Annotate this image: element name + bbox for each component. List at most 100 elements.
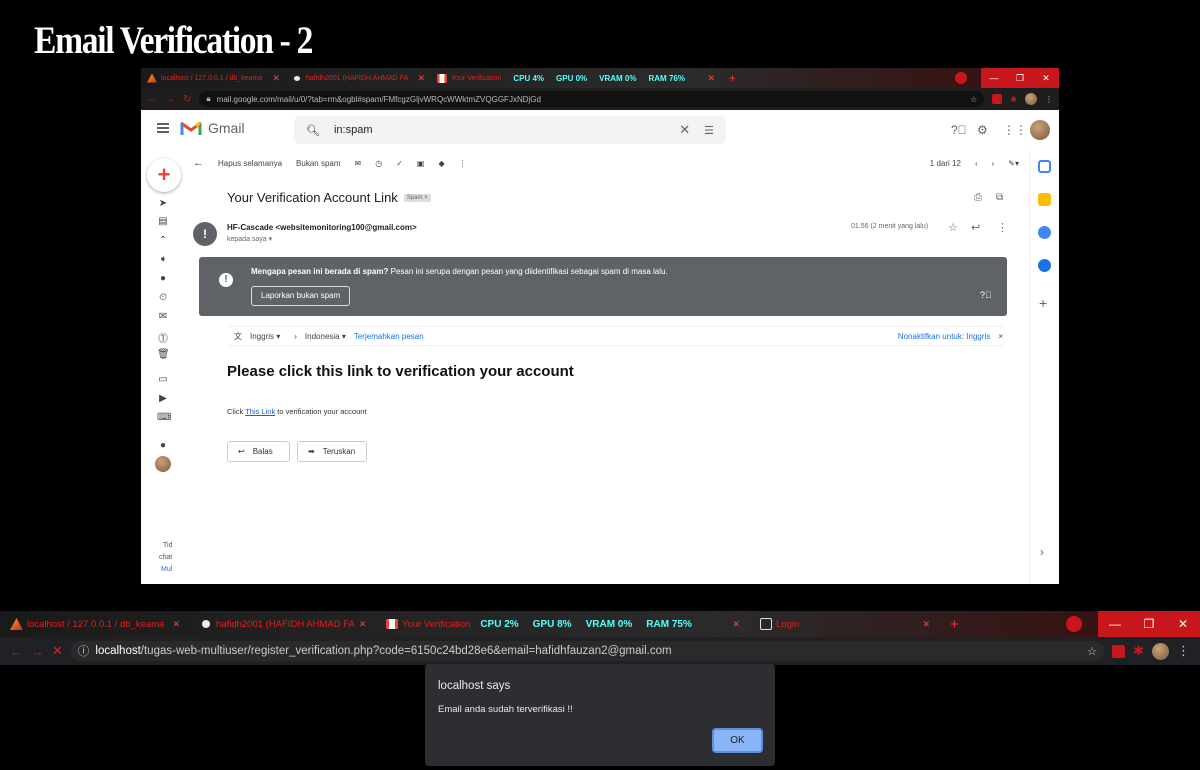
minimize-button[interactable]: — xyxy=(981,68,1007,88)
extension-icon[interactable]: ✱ xyxy=(1133,643,1144,659)
back-arrow-icon[interactable]: ← xyxy=(193,157,204,169)
reload-icon[interactable]: ↻ xyxy=(183,94,191,105)
chat-start-link[interactable]: Mul xyxy=(161,566,172,573)
maximize-button[interactable]: ❐ xyxy=(1007,68,1033,88)
close-window-button[interactable]: ✕ xyxy=(1166,611,1200,637)
forward-button[interactable]: ➡ Teruskan xyxy=(297,441,367,462)
close-icon[interactable]: ✕ xyxy=(922,619,930,630)
profile-avatar[interactable] xyxy=(1152,642,1169,660)
close-window-button[interactable]: ✕ xyxy=(1033,68,1059,88)
not-spam-button[interactable]: Bukan spam xyxy=(296,159,340,168)
more-icon[interactable]: ⋮ xyxy=(459,159,467,168)
open-new-window-icon[interactable]: ⧉ xyxy=(996,192,1003,203)
recipient-details[interactable]: kepada saya ▾ xyxy=(227,235,272,243)
record-icon[interactable] xyxy=(1066,616,1082,632)
tab-gmail[interactable]: Your Verification CPU 2% GPU 8% VRAM 0% … xyxy=(376,611,750,637)
hangouts-icon[interactable]: ● xyxy=(157,440,169,451)
new-tab-button[interactable]: + xyxy=(950,616,959,633)
scheduled-icon[interactable]: ⏲ xyxy=(157,292,169,303)
contacts-icon[interactable] xyxy=(1038,259,1051,272)
close-icon[interactable]: ✕ xyxy=(172,619,180,630)
search-options-icon[interactable]: ☰ xyxy=(704,124,714,137)
trash-icon[interactable]: 🗑︎ xyxy=(157,349,170,360)
next-icon[interactable]: › xyxy=(992,159,995,168)
account-avatar[interactable] xyxy=(1030,120,1050,140)
add-task-icon[interactable]: ✓ xyxy=(396,159,403,168)
extension-icon[interactable] xyxy=(1112,644,1126,658)
reply-icon[interactable]: ↩ xyxy=(971,221,980,234)
record-icon[interactable] xyxy=(955,72,967,84)
new-tab-button[interactable]: + xyxy=(729,71,736,85)
tab-phpmyadmin[interactable]: localhost / 127.0.0.1 / db_keama ✕ xyxy=(141,68,286,88)
keep-icon[interactable] xyxy=(1038,193,1051,206)
disable-translate-link[interactable]: Nonaktifkan untuk: Inggris xyxy=(898,332,991,341)
prev-icon[interactable]: ‹ xyxy=(975,159,978,168)
sender-name[interactable]: HF-Cascade <websitemonitoring100@gmail.c… xyxy=(227,223,417,232)
extension-icon[interactable] xyxy=(992,94,1003,104)
tab-gmail[interactable]: Your Verification CPU 4% GPU 0% VRAM 0% … xyxy=(431,68,721,88)
minimize-button[interactable]: — xyxy=(1098,611,1132,637)
move-to-icon[interactable]: ▣ xyxy=(417,159,425,168)
tab-phpmyadmin[interactable]: localhost / 127.0.0.1 / db_keama ✕ xyxy=(0,611,190,637)
delete-forever-button[interactable]: Hapus selamanya xyxy=(218,159,282,168)
verification-link[interactable]: This Link xyxy=(245,407,275,416)
maximize-button[interactable]: ❐ xyxy=(1132,611,1166,637)
target-language-select[interactable]: Indonesia ▾ xyxy=(305,332,346,341)
extension-icon[interactable]: ✱ xyxy=(1010,95,1017,104)
star-icon[interactable]: ☆ xyxy=(948,221,958,234)
sent-icon[interactable]: ➤ xyxy=(157,198,169,209)
search-icon[interactable]: 🔍︎ xyxy=(306,124,320,137)
clear-search-icon[interactable]: ✕ xyxy=(679,122,690,138)
close-icon[interactable]: ✕ xyxy=(417,73,425,84)
profile-avatar[interactable] xyxy=(1025,93,1037,105)
meet-new-icon[interactable]: ▭ xyxy=(157,374,169,385)
input-tools-icon[interactable]: ✎▾ xyxy=(1008,159,1019,168)
keyboard-icon[interactable]: ⌨ xyxy=(157,412,171,423)
ok-button[interactable]: OK xyxy=(712,728,763,753)
all-mail-icon[interactable]: ✉ xyxy=(157,311,169,322)
star-icon[interactable]: ☆ xyxy=(970,95,977,104)
compose-button[interactable]: + xyxy=(147,158,181,192)
forward-icon[interactable]: → xyxy=(165,94,175,105)
important-icon[interactable]: ➧ xyxy=(157,254,169,265)
tab-github[interactable]: hafidh2001 (HAFIDH AHMAD FA ✕ xyxy=(190,611,376,637)
close-icon[interactable]: ✕ xyxy=(707,73,715,84)
back-icon[interactable]: ← xyxy=(10,644,23,659)
star-icon[interactable]: ☆ xyxy=(1087,644,1097,658)
apps-grid-icon[interactable]: ⋮⋮ xyxy=(1003,123,1027,137)
source-language-select[interactable]: Inggris ▾ xyxy=(250,332,280,341)
drafts-icon[interactable]: ▤ xyxy=(157,216,169,227)
search-input[interactable]: in:spam xyxy=(334,124,373,136)
hamburger-menu-icon[interactable] xyxy=(157,123,169,133)
report-not-spam-button[interactable]: Laporkan bukan spam xyxy=(251,286,351,306)
close-icon[interactable]: ✕ xyxy=(732,619,740,630)
chats-icon[interactable]: ● xyxy=(157,273,169,284)
tab-login[interactable]: Login ✕ xyxy=(750,611,940,637)
reply-button[interactable]: ↩ Balas xyxy=(227,441,290,462)
gmail-logo[interactable]: Gmail xyxy=(180,120,245,136)
label-icon[interactable]: ◆ xyxy=(438,159,444,168)
forward-icon[interactable]: → xyxy=(31,644,44,659)
spam-icon[interactable]: ⓵ xyxy=(157,330,169,345)
tab-github[interactable]: hafidh2001 (HAFIDH AHMAD FA ✕ xyxy=(286,68,431,88)
menu-icon[interactable]: ⋮ xyxy=(1045,95,1053,104)
close-icon[interactable]: ✕ xyxy=(359,619,367,630)
search-bar[interactable]: 🔍︎ in:spam ✕ ☰ xyxy=(294,116,726,144)
collapse-icon[interactable]: ⌃ xyxy=(157,235,169,246)
add-addon-icon[interactable]: + xyxy=(1039,295,1047,311)
help-icon[interactable]: ?⃝ xyxy=(980,290,992,300)
stop-icon[interactable]: ✕ xyxy=(52,643,63,659)
spam-label[interactable]: Spam × xyxy=(403,193,431,202)
expand-panel-icon[interactable]: › xyxy=(1040,545,1044,559)
chat-avatar[interactable] xyxy=(155,456,171,472)
mark-unread-icon[interactable]: ✉ xyxy=(355,159,362,168)
tasks-icon[interactable] xyxy=(1038,226,1051,239)
more-icon[interactable]: ⋮ xyxy=(997,221,1008,234)
help-icon[interactable]: ?⃝ xyxy=(951,123,967,137)
meet-join-icon[interactable]: ▶ xyxy=(157,393,169,404)
translate-message-link[interactable]: Terjemahkan pesan xyxy=(354,332,424,341)
url-field[interactable]: 🔒︎ mail.google.com/mail/u/0/?tab=rm&ogbl… xyxy=(199,91,985,107)
url-field[interactable]: ⓘ localhost/tugas-web-multiuser/register… xyxy=(70,641,1105,661)
snooze-icon[interactable]: ◷ xyxy=(375,159,382,168)
print-icon[interactable]: ⎙ xyxy=(974,192,982,203)
